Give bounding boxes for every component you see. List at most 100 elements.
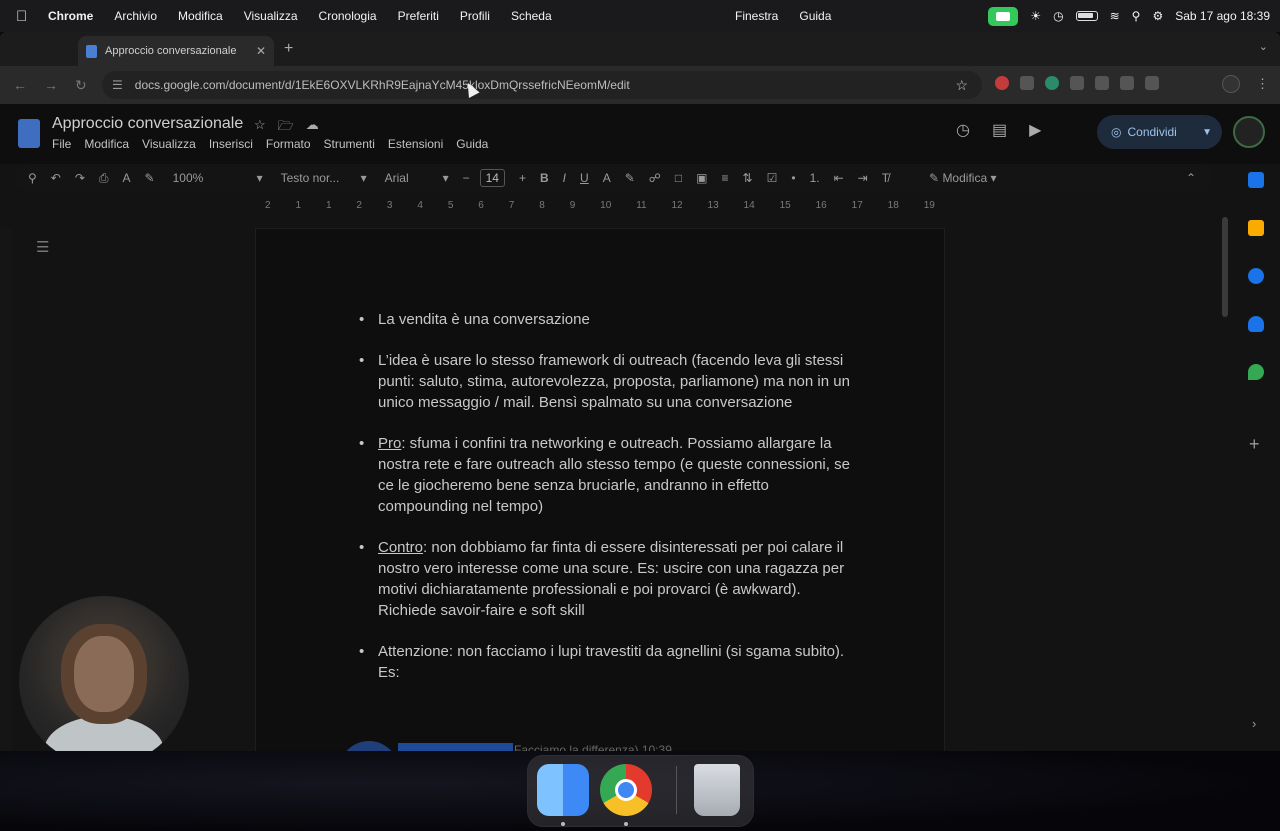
italic-icon[interactable]: I	[563, 171, 566, 185]
extension-link-icon[interactable]	[1070, 76, 1084, 90]
list-item[interactable]: Pro: sfuma i confini tra networking e ou…	[359, 433, 863, 517]
add-addon-icon[interactable]: +	[1249, 434, 1260, 455]
highlight-icon[interactable]: ✎	[625, 171, 635, 185]
address-bar[interactable]: ☰ docs.google.com/document/d/1EkE6OXVLKR…	[102, 71, 982, 99]
font-select[interactable]: Arial ▾	[385, 171, 449, 185]
profile-avatar[interactable]	[1222, 75, 1240, 93]
chrome-icon[interactable]	[600, 764, 652, 816]
horizontal-ruler[interactable]: 2 1 1 2 3 4 5 6 7 8 9 10 11 12 13 14 15 …	[255, 198, 945, 212]
search-menus-icon[interactable]: ⚲	[28, 171, 37, 185]
document-outline-icon[interactable]: ☰	[36, 238, 49, 256]
style-select[interactable]: Testo nor... ▾	[281, 171, 367, 185]
redo-icon[interactable]: ↷	[75, 171, 85, 185]
extensions-puzzle-icon[interactable]	[1145, 76, 1159, 90]
account-avatar[interactable]	[1233, 116, 1265, 148]
print-icon[interactable]: ⎙	[99, 171, 109, 186]
new-tab-icon[interactable]: +	[284, 40, 293, 58]
link-icon[interactable]: ☍	[649, 171, 661, 185]
docs-menu-formato[interactable]: Formato	[266, 137, 311, 151]
menu-preferiti[interactable]: Preferiti	[398, 9, 439, 23]
menu-app-name[interactable]: Chrome	[48, 9, 93, 23]
site-info-icon[interactable]: ☰	[112, 78, 123, 92]
add-comment-icon[interactable]: □	[675, 171, 682, 185]
list-item[interactable]: Contro: non dobbiamo far finta di essere…	[359, 537, 863, 621]
bulleted-list-icon[interactable]: •	[791, 171, 795, 185]
tab-docs[interactable]: Approccio conversazionale ✕	[78, 36, 274, 66]
back-icon[interactable]: ←	[13, 77, 31, 93]
decrease-indent-icon[interactable]: ⇤	[834, 171, 844, 185]
decrease-font-icon[interactable]: −	[463, 171, 470, 185]
menu-guida[interactable]: Guida	[799, 9, 831, 23]
document-title[interactable]: Approccio conversazionale	[52, 115, 243, 133]
increase-font-icon[interactable]: +	[519, 171, 526, 185]
align-icon[interactable]: ≡	[722, 171, 729, 185]
editing-mode-select[interactable]: ✎ Modifica ▾	[929, 171, 996, 185]
battery-icon[interactable]	[1075, 11, 1098, 21]
scrollbar[interactable]	[1222, 217, 1228, 317]
menu-profili[interactable]: Profili	[460, 9, 490, 23]
extension-green-icon[interactable]	[1045, 76, 1059, 90]
undo-icon[interactable]: ↶	[51, 171, 61, 185]
meet-icon[interactable]: ▶	[1029, 120, 1041, 140]
vertical-ruler[interactable]	[0, 227, 12, 751]
folder-icon[interactable]: 🗁	[278, 117, 294, 139]
docs-menu-estensioni[interactable]: Estensioni	[388, 137, 443, 151]
list-item[interactable]: Attenzione: non facciamo i lupi travesti…	[359, 641, 863, 683]
docs-logo-icon[interactable]	[18, 119, 40, 148]
numbered-list-icon[interactable]: 1.	[810, 171, 820, 185]
menu-finestra[interactable]: Finestra	[735, 9, 778, 23]
paint-format-icon[interactable]: ✎	[145, 171, 155, 185]
spellcheck-icon[interactable]: A	[123, 171, 131, 185]
docs-menu-guida[interactable]: Guida	[456, 137, 488, 151]
maps-icon[interactable]	[1248, 364, 1264, 380]
finder-icon[interactable]	[537, 764, 589, 816]
insert-image-icon[interactable]: ▣	[696, 171, 707, 185]
webcam-overlay[interactable]	[19, 596, 189, 751]
forward-icon[interactable]: →	[44, 77, 62, 93]
comments-icon[interactable]: ▤	[992, 120, 1007, 140]
list-item[interactable]: La vendita è una conversazione	[359, 309, 863, 330]
chevron-right-icon[interactable]: ›	[1252, 716, 1256, 731]
brightness-icon[interactable]: ☀	[1030, 9, 1041, 23]
docs-menu-strumenti[interactable]: Strumenti	[324, 137, 375, 151]
chevron-down-icon[interactable]: ⌄	[1259, 40, 1268, 53]
increase-indent-icon[interactable]: ⇥	[858, 171, 868, 185]
font-size-input[interactable]: 14	[479, 169, 505, 187]
contacts-icon[interactable]	[1248, 316, 1264, 332]
menu-scheda[interactable]: Scheda	[511, 9, 552, 23]
menu-cronologia[interactable]: Cronologia	[319, 9, 377, 23]
zoom-select[interactable]: 100% ▾	[173, 171, 263, 185]
history-icon[interactable]: ◷	[956, 120, 970, 140]
menu-visualizza[interactable]: Visualizza	[244, 9, 298, 23]
control-center-icon[interactable]: ⚙	[1152, 9, 1163, 23]
docs-menu-visualizza[interactable]: Visualizza	[142, 137, 196, 151]
extension-box-icon[interactable]	[1120, 76, 1134, 90]
cloud-icon[interactable]: ☁	[306, 117, 319, 139]
collapse-icon[interactable]: ⌃	[1186, 171, 1196, 185]
underline-icon[interactable]: U	[580, 171, 589, 185]
wifi-icon[interactable]: ≋	[1110, 9, 1120, 23]
clear-formatting-icon[interactable]: T̸	[882, 171, 889, 185]
trash-icon[interactable]	[694, 764, 740, 816]
facetime-indicator-icon[interactable]	[988, 6, 1019, 26]
bold-icon[interactable]: B	[540, 171, 549, 185]
share-button[interactable]: ◎ Condividi ▼	[1097, 115, 1222, 149]
checklist-icon[interactable]: ☑	[767, 171, 778, 185]
calendar-icon[interactable]	[1248, 172, 1264, 188]
star-icon[interactable]: ☆	[254, 117, 266, 139]
list-item[interactable]: L’idea è usare lo stesso framework di ou…	[359, 350, 863, 413]
apple-icon[interactable]: 	[16, 8, 38, 25]
line-spacing-icon[interactable]: ⇅	[743, 171, 753, 185]
extension-camera-icon[interactable]	[1020, 76, 1034, 90]
tasks-icon[interactable]	[1248, 268, 1264, 284]
chevron-down-icon[interactable]: ▼	[1202, 127, 1212, 138]
document-page[interactable]: La vendita è una conversazione L’idea è …	[255, 228, 945, 751]
menu-archivio[interactable]: Archivio	[114, 9, 157, 23]
search-icon[interactable]: ⚲	[1132, 9, 1141, 23]
more-icon[interactable]: ⋮	[1256, 76, 1269, 92]
docs-menu-inserisci[interactable]: Inserisci	[209, 137, 253, 151]
extension-puzzle-alt-icon[interactable]	[1095, 76, 1109, 90]
menubar-datetime[interactable]: Sab 17 ago 18:39	[1175, 9, 1270, 23]
menu-modifica[interactable]: Modifica	[178, 9, 223, 23]
reload-icon[interactable]: ↻	[75, 77, 93, 94]
